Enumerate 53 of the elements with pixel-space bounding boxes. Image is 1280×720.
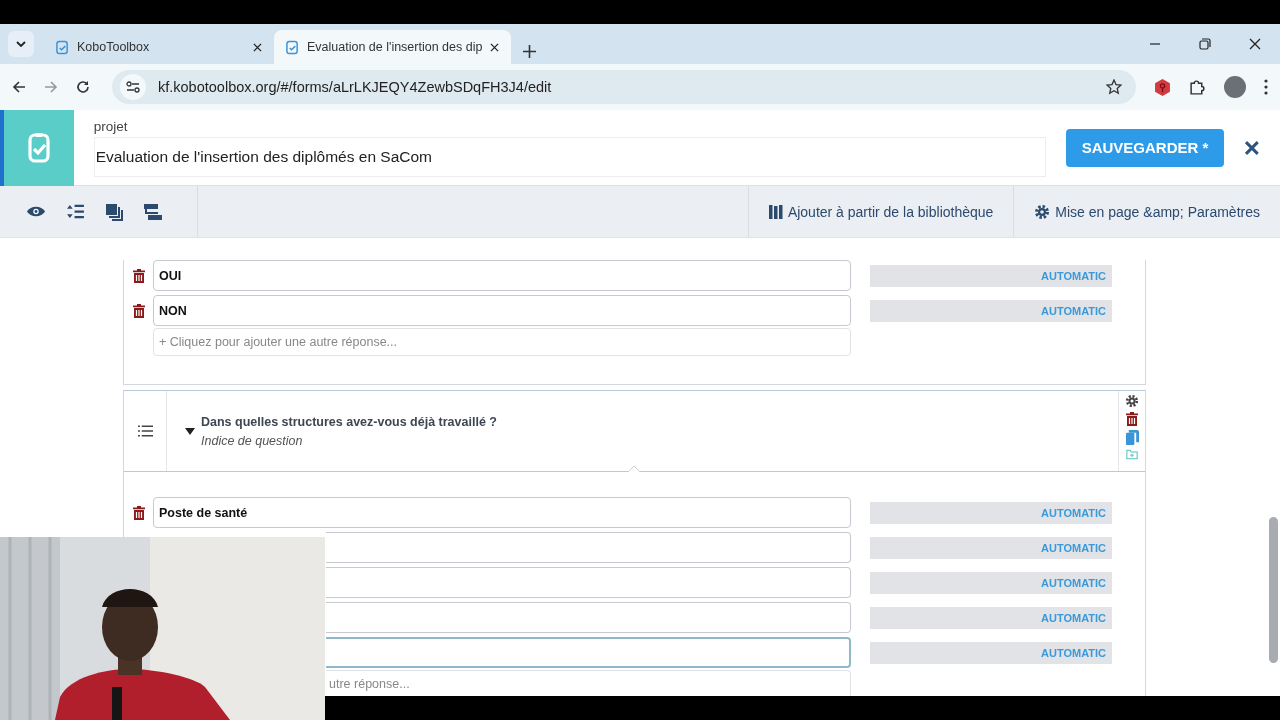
new-tab-icon[interactable] <box>523 45 537 58</box>
back-icon[interactable] <box>12 80 26 94</box>
app-logo[interactable] <box>0 109 74 186</box>
browser-tab[interactable]: Evaluation de l'insertion des dip <box>274 30 512 64</box>
books-icon <box>768 204 783 219</box>
option-field[interactable]: Poste de santé <box>153 497 851 528</box>
trash-icon[interactable] <box>1126 412 1138 426</box>
tab-search-button[interactable] <box>8 31 34 57</box>
kobo-logo-icon <box>56 39 69 55</box>
browser-tab[interactable]: KoboToolbox <box>44 30 274 64</box>
close-icon[interactable] <box>490 42 500 52</box>
question-hint[interactable]: Indice de question <box>201 433 497 448</box>
flow-icon[interactable] <box>143 202 163 221</box>
shield-icon[interactable] <box>1154 78 1171 96</box>
eye-icon[interactable] <box>26 205 46 218</box>
puzzle-icon[interactable] <box>1189 78 1206 96</box>
kobo-logo-icon <box>27 132 50 163</box>
option-field[interactable] <box>326 637 851 668</box>
gear-icon[interactable] <box>1125 394 1139 408</box>
sort-list-icon[interactable] <box>66 204 85 219</box>
caret-down-icon[interactable] <box>185 426 195 436</box>
close-icon[interactable] <box>253 42 262 52</box>
question-title[interactable]: Dans quelles structures avez-vous déjà travaillé ? <box>201 414 497 429</box>
option-field[interactable] <box>326 532 851 563</box>
pointer-notch <box>628 464 640 472</box>
more-icon[interactable] <box>1264 79 1268 95</box>
site-settings-icon[interactable] <box>126 81 140 93</box>
option-field[interactable]: OUI <box>153 260 851 291</box>
reload-icon[interactable] <box>76 80 90 94</box>
star-icon[interactable] <box>1106 79 1122 95</box>
address-bar[interactable]: kf.kobotoolbox.org/#/forms/aLrLKJEQY4ZewbSDqFH3J4/edit <box>112 70 1136 104</box>
chevron-down-icon <box>16 41 26 47</box>
profile-avatar[interactable] <box>1224 76 1246 98</box>
layers-icon[interactable] <box>105 202 123 221</box>
trash-icon[interactable] <box>132 268 145 283</box>
kobo-logo-icon <box>286 39 299 55</box>
gear-icon <box>1034 203 1051 220</box>
trash-icon[interactable] <box>132 505 145 520</box>
settings-button[interactable]: Mise en page &amp; Paramètres <box>1013 186 1280 237</box>
trash-icon[interactable] <box>132 303 145 318</box>
close-icon[interactable] <box>1249 38 1261 50</box>
scrollbar-thumb[interactable] <box>1269 517 1278 663</box>
option-field[interactable] <box>326 602 851 633</box>
option-field[interactable]: NON <box>153 295 851 326</box>
restore-icon[interactable] <box>1199 38 1211 50</box>
project-title-field[interactable]: Evaluation de l'insertion des diplômés en SaCom <box>93 136 1046 177</box>
forward-icon[interactable] <box>44 80 58 94</box>
library-button[interactable]: Ajouter à partir de la bibliothèque <box>747 186 1014 237</box>
project-label: projet <box>93 118 129 134</box>
option-field[interactable] <box>326 567 851 598</box>
close-icon[interactable] <box>1244 139 1260 156</box>
list-icon <box>137 425 153 437</box>
add-option-field[interactable]: + Cliquez pour ajouter une autre réponse... <box>153 328 851 356</box>
